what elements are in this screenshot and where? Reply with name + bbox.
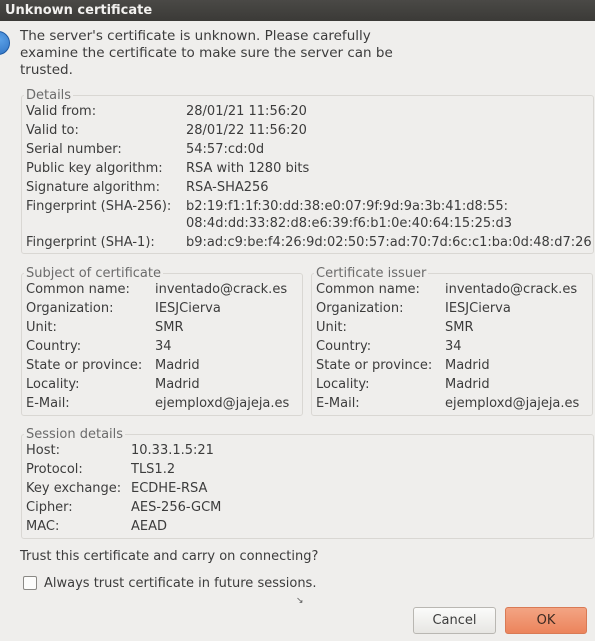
issuer-state-label: State or province: bbox=[316, 358, 433, 373]
subject-org-value: IESJCierva bbox=[155, 301, 221, 316]
session-kex-value: ECDHE-RSA bbox=[131, 481, 208, 496]
subject-country-value: 34 bbox=[155, 339, 172, 354]
subject-country-label: Country: bbox=[26, 339, 82, 354]
subject-cn-value: inventado@crack.es bbox=[155, 282, 288, 297]
pubkey-label: Public key algorithm: bbox=[26, 161, 163, 176]
subject-legend: Subject of certificate bbox=[24, 266, 163, 281]
session-mac-value: AEAD bbox=[131, 519, 168, 534]
subject-state-label: State or province: bbox=[26, 358, 143, 373]
sigalg-label: Signature algorithm: bbox=[26, 180, 160, 195]
serial-value: 54:57:cd:0d bbox=[186, 142, 265, 157]
issuer-org-value: IESJCierva bbox=[445, 301, 511, 316]
valid-to-value: 28/01/22 11:56:20 bbox=[186, 123, 307, 138]
issuer-locality-label: Locality: bbox=[316, 377, 370, 392]
always-trust-checkbox[interactable] bbox=[23, 576, 37, 590]
sigalg-value: RSA-SHA256 bbox=[186, 180, 269, 195]
sha1-value: b9:ad:c9:be:f4:26:9d:02:50:57:ad:70:7d:6… bbox=[186, 235, 592, 250]
issuer-email-label: E-Mail: bbox=[316, 396, 360, 411]
serial-label: Serial number: bbox=[26, 142, 122, 157]
subject-unit-value: SMR bbox=[155, 320, 184, 335]
trust-question: Trust this certificate and carry on conn… bbox=[20, 549, 319, 564]
details-legend: Details bbox=[24, 88, 74, 103]
mouse-cursor-icon: ↘ bbox=[296, 596, 304, 606]
session-mac-label: MAC: bbox=[26, 519, 60, 534]
cancel-button[interactable]: Cancel bbox=[413, 607, 496, 634]
subject-org-label: Organization: bbox=[26, 301, 114, 316]
ok-button[interactable]: OK bbox=[505, 607, 587, 634]
session-protocol-label: Protocol: bbox=[26, 462, 83, 477]
subject-locality-label: Locality: bbox=[26, 377, 80, 392]
subject-email-label: E-Mail: bbox=[26, 396, 70, 411]
issuer-unit-label: Unit: bbox=[316, 320, 347, 335]
issuer-legend: Certificate issuer bbox=[314, 266, 429, 281]
session-cipher-label: Cipher: bbox=[26, 500, 73, 515]
issuer-email-value: ejemploxd@jajeja.es bbox=[445, 396, 580, 411]
subject-state-value: Madrid bbox=[155, 358, 200, 373]
session-host-value: 10.33.1.5:21 bbox=[131, 443, 214, 458]
info-icon bbox=[0, 31, 10, 55]
subject-email-value: ejemploxd@jajeja.es bbox=[155, 396, 290, 411]
issuer-country-value: 34 bbox=[445, 339, 462, 354]
subject-cn-label: Common name: bbox=[26, 282, 130, 297]
intro-text: The server's certificate is unknown. Ple… bbox=[20, 28, 393, 78]
subject-unit-label: Unit: bbox=[26, 320, 57, 335]
issuer-org-label: Organization: bbox=[316, 301, 404, 316]
issuer-country-label: Country: bbox=[316, 339, 372, 354]
sha256-value-line1: b2:19:f1:1f:30:dd:38:e0:07:9f:9d:9a:3b:4… bbox=[186, 199, 509, 214]
session-cipher-value: AES-256-GCM bbox=[131, 500, 222, 515]
subject-locality-value: Madrid bbox=[155, 377, 200, 392]
valid-from-label: Valid from: bbox=[26, 104, 97, 119]
issuer-cn-label: Common name: bbox=[316, 282, 420, 297]
always-trust-label[interactable]: Always trust certificate in future sessi… bbox=[44, 576, 316, 592]
window-title: Unknown certificate bbox=[0, 0, 595, 21]
issuer-locality-value: Madrid bbox=[445, 377, 490, 392]
session-protocol-value: TLS1.2 bbox=[131, 462, 176, 477]
valid-from-value: 28/01/21 11:56:20 bbox=[186, 104, 307, 119]
sha256-value-line2: 08:4d:dd:33:82:d8:e6:39:f6:b1:0e:40:64:1… bbox=[186, 216, 513, 231]
issuer-unit-value: SMR bbox=[445, 320, 474, 335]
issuer-cn-value: inventado@crack.es bbox=[445, 282, 578, 297]
issuer-state-value: Madrid bbox=[445, 358, 490, 373]
pubkey-value: RSA with 1280 bits bbox=[186, 161, 310, 176]
valid-to-label: Valid to: bbox=[26, 123, 79, 138]
session-kex-label: Key exchange: bbox=[26, 481, 122, 496]
session-host-label: Host: bbox=[26, 443, 60, 458]
session-legend: Session details bbox=[24, 427, 126, 442]
sha256-label: Fingerprint (SHA-256): bbox=[26, 199, 172, 214]
sha1-label: Fingerprint (SHA-1): bbox=[26, 235, 155, 250]
